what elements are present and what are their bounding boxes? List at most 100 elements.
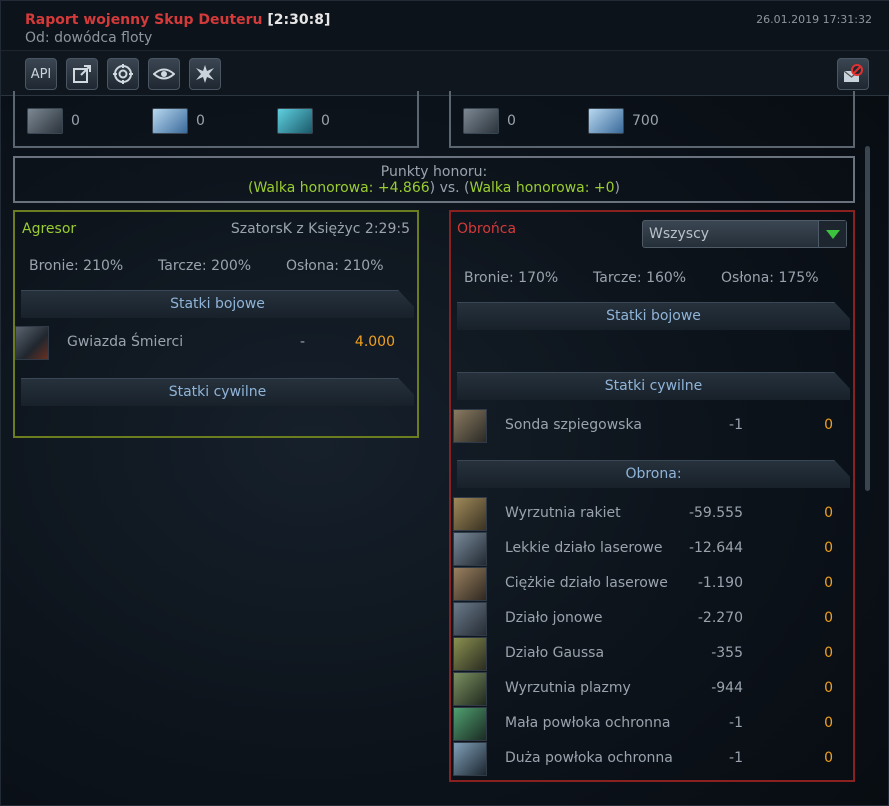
chevron-down-icon[interactable] [818,221,846,247]
defender-armor: Osłona: 175% [721,270,819,286]
honor-values: (Walka honorowa: +4.866) vs. (Walka hono… [15,180,853,196]
defense-name: Wyrzutnia rakiet [505,505,621,521]
defense-loss: -1 [729,750,743,766]
attacker-count-3: 0 [321,113,330,129]
report-title-text: Raport wojenny Skup Deuteru [25,12,263,28]
honor-label: Punkty honoru: [380,164,488,180]
ship-icon [152,108,188,134]
table-row: Działo jonowe -2.270 0 [453,602,853,636]
honor-points: Punkty honoru: (Walka honorowa: +4.866) … [13,156,855,203]
defense-name: Mała powłoka ochronna [505,715,671,731]
defense-remaining: 0 [824,505,833,521]
envelope-delete-icon [843,64,863,82]
attacker-location: SzatorsK z Księżyc 2:29:5 [230,221,410,237]
death-star-icon [15,326,49,360]
splash-button[interactable] [189,58,221,90]
splash-icon [196,65,214,83]
report-sender: Od: dowódca floty [25,30,153,46]
ship-icon [277,108,313,134]
defense-loss: -355 [711,645,743,661]
table-row: Mała powłoka ochronna -1 0 [453,707,853,741]
attacker-panel: Agresor SzatorsK z Księżyc 2:29:5 Bronie… [13,210,419,438]
attacker-summary: 0 0 0 [13,91,419,148]
small-shield-icon [453,707,487,741]
defender-summary: 0 700 [449,91,855,148]
defender-panel: Obrońca Bronie: 170% Tarcze: 160% Osłona… [449,210,855,782]
ion-cannon-icon [453,602,487,636]
defense-loss: -1.190 [697,575,743,591]
defense-name: Działo Gaussa [505,645,605,661]
honor-paren: ) [614,180,621,196]
table-row: Działo Gaussa -355 0 [453,637,853,671]
eye-button[interactable] [148,58,180,90]
report-title: Raport wojenny Skup Deuteru [2:30:8] [25,12,330,28]
attacker-shields: Tarcze: 200% [158,258,252,274]
ship-icon [588,108,624,134]
target-icon [113,64,133,84]
defender-filter-select[interactable]: Wszyscy [642,220,847,248]
external-link-button[interactable] [66,58,98,90]
select-value: Wszyscy [649,226,710,242]
defender-weapons: Bronie: 170% [464,270,559,286]
report-time: [2:30:8] [267,12,331,28]
api-button[interactable]: API [25,58,57,90]
ship-loss: - [299,334,305,350]
defense-name: Ciężkie działo laserowe [505,575,668,591]
defense-loss: -944 [711,680,743,696]
ship-remaining: 4.000 [354,334,395,350]
defense-remaining: 0 [824,715,833,731]
external-link-icon [73,65,91,83]
light-laser-icon [453,532,487,566]
attacker-count-2: 0 [196,113,205,129]
defender-civil-section[interactable]: Statki cywilne [457,372,850,400]
heavy-laser-icon [453,567,487,601]
honor-vs: ) vs. ( [429,180,470,196]
defender-defense-section[interactable]: Obrona: [457,460,850,488]
defender-combat-section[interactable]: Statki bojowe [457,302,850,330]
defense-name: Duża powłoka ochronna [505,750,673,766]
defense-remaining: 0 [824,645,833,661]
defense-loss: -59.555 [688,505,743,521]
table-row: Ciężkie działo laserowe -1.190 0 [453,567,853,601]
defense-remaining: 0 [824,750,833,766]
attacker-role: Agresor [22,221,77,237]
table-row: Gwiazda Śmierci - 4.000 [15,326,415,360]
defense-remaining: 0 [824,575,833,591]
report-date: 26.01.2019 17:31:32 [756,13,872,26]
defense-loss: -2.270 [697,610,743,626]
defense-name: Działo jonowe [505,610,603,626]
target-button[interactable] [107,58,139,90]
large-shield-icon [453,742,487,776]
honor-defender: Walka honorowa: +0 [469,180,615,196]
attacker-count-1: 0 [71,113,80,129]
rocket-launcher-icon [453,497,487,531]
ship-name: Sonda szpiegowska [505,417,642,433]
scrollbar[interactable] [865,146,870,491]
plasma-launcher-icon [453,672,487,706]
table-row: Duża powłoka ochronna -1 0 [453,742,853,776]
defense-remaining: 0 [824,680,833,696]
table-row: Sonda szpiegowska -1 0 [453,409,853,443]
defender-count-2: 700 [632,113,659,129]
attacker-weapons: Bronie: 210% [29,258,124,274]
defender-role: Obrońca [457,221,517,237]
ship-icon [27,108,63,134]
attacker-civil-section[interactable]: Statki cywilne [21,378,414,406]
defense-remaining: 0 [824,610,833,626]
report-header: Raport wojenny Skup Deuteru [2:30:8] Od:… [1,1,889,51]
report-window: Raport wojenny Skup Deuteru [2:30:8] Od:… [0,0,889,806]
gauss-cannon-icon [453,637,487,671]
attacker-combat-section[interactable]: Statki bojowe [21,290,414,318]
defense-remaining: 0 [824,540,833,556]
ship-loss: -1 [729,417,743,433]
defense-loss: -12.644 [688,540,743,556]
table-row: Lekkie działo laserowe -12.644 0 [453,532,853,566]
toolbar: API [1,51,889,96]
eye-icon [153,68,175,80]
defense-name: Lekkie działo laserowe [505,540,663,556]
defense-name: Wyrzutnia plazmy [505,680,631,696]
defender-count-1: 0 [507,113,516,129]
ship-remaining: 0 [824,417,833,433]
delete-message-button[interactable] [837,58,869,90]
spy-probe-icon [453,409,487,443]
